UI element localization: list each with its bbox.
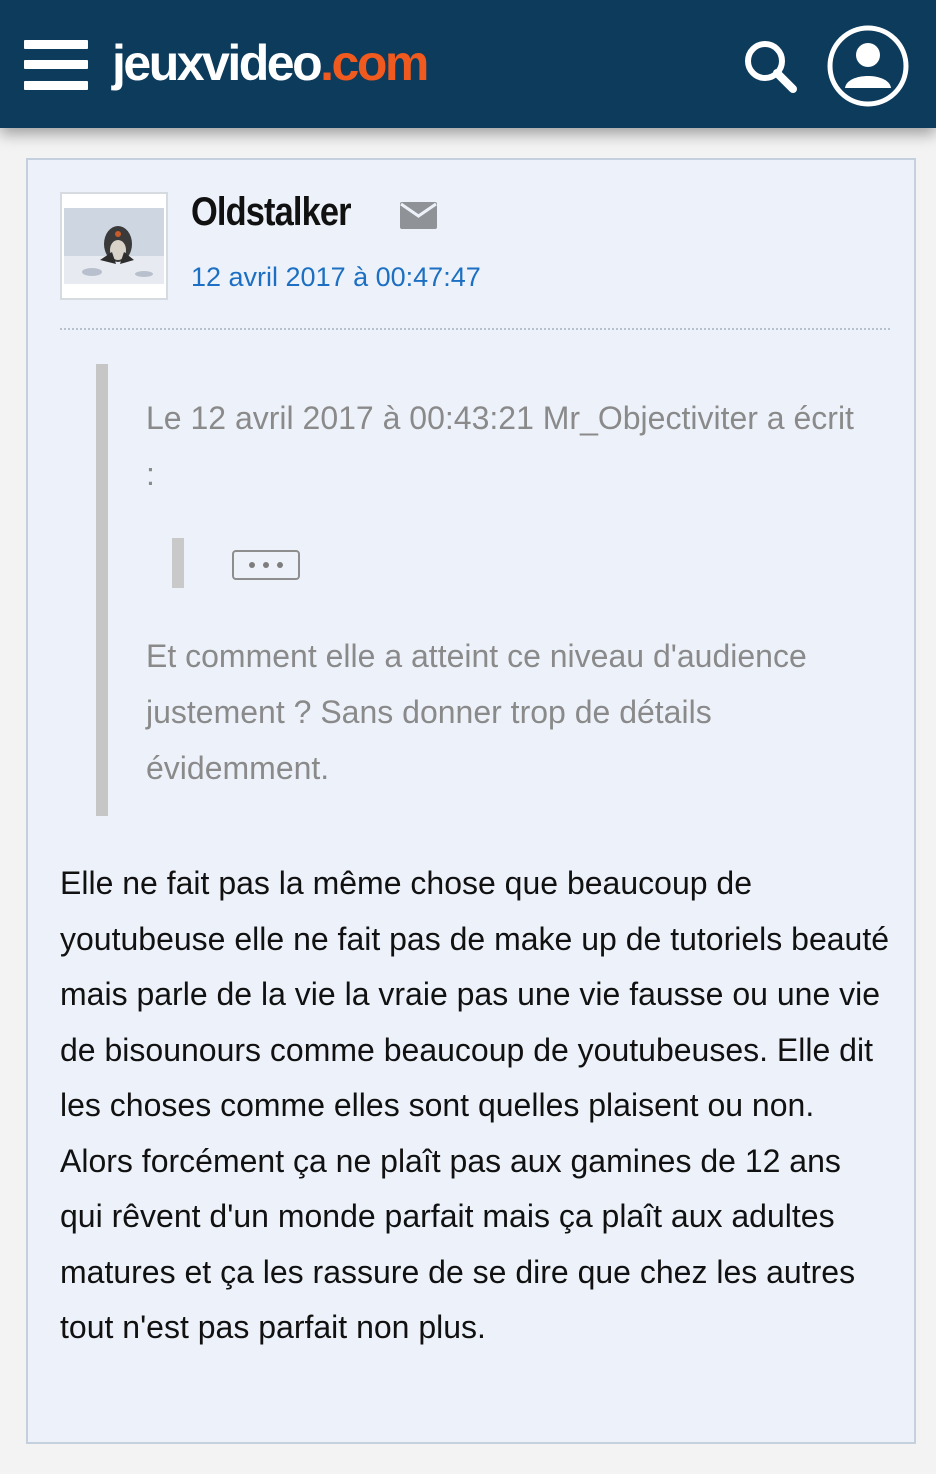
quote-header: Le 12 avril 2017 à 00:43:21 Mr_Objectivi… [146,400,854,492]
mail-icon[interactable] [400,202,437,229]
top-navigation-bar: jeuxvideo.com [0,0,936,128]
quote-block: Le 12 avril 2017 à 00:43:21 Mr_Objectivi… [96,364,868,816]
menu-icon[interactable] [24,40,88,90]
quote-text: Et comment elle a atteint ce niveau d'au… [146,638,807,786]
nested-quote-bar [172,538,184,588]
dot-icon [277,562,283,568]
logo-main-text: jeuxvideo [112,35,323,91]
dot-icon [249,562,255,568]
avatar[interactable] [60,192,168,300]
user-account-icon[interactable] [826,24,910,108]
forum-post: Oldstalker 12 avril 2017 à 00:47:47 Le 1… [26,158,916,1444]
post-message: Elle ne fait pas la même chose que beauc… [60,865,890,1345]
logo-accent-text: .com [320,35,429,91]
avatar-image [62,194,166,298]
site-logo[interactable]: jeuxvideo.com [112,28,429,98]
search-icon[interactable] [742,38,798,94]
post-date-link[interactable]: 12 avril 2017 à 00:47:47 [191,262,481,293]
dot-icon [263,562,269,568]
header-divider [60,328,890,330]
expand-quote-button[interactable] [232,550,300,580]
author-name[interactable]: Oldstalker [191,190,352,235]
